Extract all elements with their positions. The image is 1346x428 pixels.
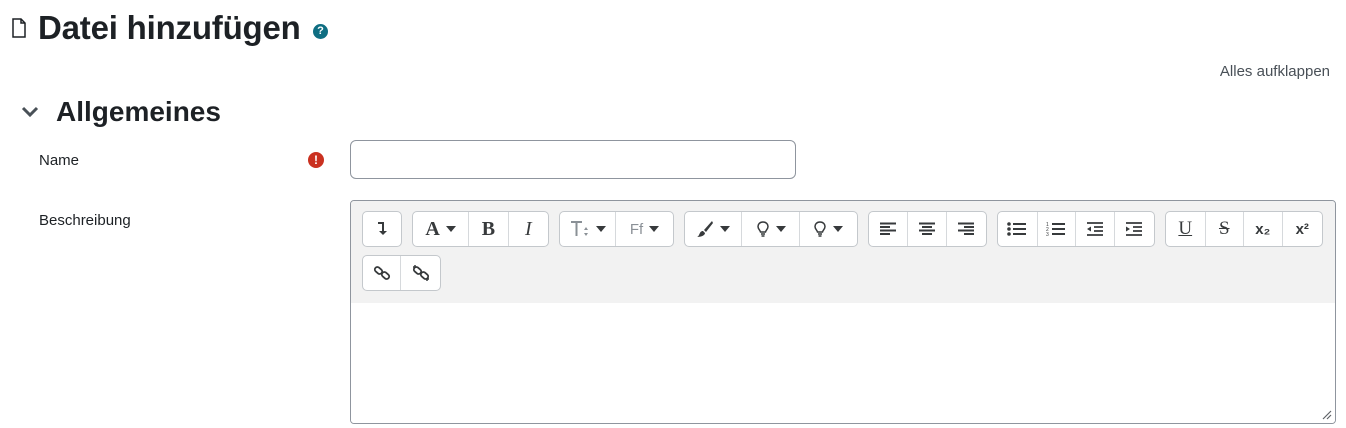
toolbar-group-color [684,211,858,247]
unlink-button[interactable] [401,256,440,290]
align-left-button[interactable] [869,212,909,246]
superscript-icon: x² [1295,220,1309,238]
caret-down-icon [775,226,786,232]
resize-handle-icon[interactable] [1320,408,1332,420]
align-right-button[interactable] [947,212,986,246]
brush-icon [697,221,714,237]
subscript-icon: x₂ [1255,220,1271,238]
bold-icon: B [481,217,496,240]
font-family-icon: Ff [629,220,644,238]
underline-icon: U [1178,218,1193,239]
strikethrough-button[interactable]: S [1206,212,1245,246]
font-size-button[interactable] [560,212,617,246]
section-title: Allgemeines [56,96,221,127]
svg-text:3: 3 [1046,232,1049,237]
name-label: Name [39,152,80,169]
question-circle-icon[interactable]: ? [313,24,328,39]
ordered-list-icon: 1 2 3 [1046,222,1066,237]
subscript-button[interactable]: x₂ [1244,212,1283,246]
text-color-button[interactable] [742,212,800,246]
caret-down-icon [720,226,731,232]
align-right-icon [958,222,975,235]
indent-button[interactable] [1115,212,1154,246]
text-color-icon [756,221,769,237]
editor-toolbar: A B I Ff 1 2 3 U S x₂ x² [351,201,1335,304]
brush-button[interactable] [685,212,743,246]
outdent-button[interactable] [1076,212,1115,246]
indent-icon [1126,222,1143,236]
caret-down-icon [649,226,660,232]
outdent-icon [1086,222,1103,236]
description-editor: A B I Ff 1 2 3 U S x₂ x² [350,200,1336,424]
align-left-icon [880,222,897,235]
background-color-button[interactable] [800,212,857,246]
align-center-icon [919,222,935,235]
strikethrough-icon: S [1218,218,1230,239]
link-icon [373,266,390,280]
description-textarea[interactable] [351,303,1335,423]
unlink-icon [412,265,429,281]
link-button[interactable] [363,256,402,290]
caret-down-icon [445,226,456,232]
toolbar-group-font: Ff [559,211,674,247]
italic-icon: I [524,217,532,240]
name-input[interactable] [350,140,796,179]
background-color-icon [814,221,827,237]
caret-down-icon [833,226,844,232]
file-icon [12,18,26,38]
toolbar-group-list: 1 2 3 [997,211,1155,247]
font-family-button[interactable]: Ff [616,212,673,246]
toolbar-group-link [362,255,441,291]
collapse-toolbar-button[interactable] [363,212,401,246]
align-center-button[interactable] [908,212,947,246]
font-style-button[interactable]: A [413,212,470,246]
underline-button[interactable]: U [1166,212,1206,246]
unordered-list-icon [1007,222,1027,236]
superscript-button[interactable]: x² [1283,212,1322,246]
font-style-icon: A [425,217,440,240]
toolbar-group-collapse [362,211,402,247]
italic-button[interactable]: I [509,212,548,246]
ordered-list-button[interactable]: 1 2 3 [1038,212,1077,246]
chevron-down-icon[interactable] [19,103,41,121]
unordered-list-button[interactable] [998,212,1038,246]
toolbar-group-style: A B I [412,211,549,247]
collapse-toolbar-icon [378,222,387,235]
caret-down-icon [595,226,606,232]
toolbar-group-align [868,211,987,247]
description-label: Beschreibung [39,212,131,229]
font-size-icon [570,221,588,236]
page-title: Datei hinzufügen [38,9,301,46]
toolbar-group-format: U S x₂ x² [1165,211,1323,247]
bold-button[interactable]: B [469,212,509,246]
expand-all-link[interactable]: Alles aufklappen [1220,63,1330,80]
exclamation-circle-icon: ! [308,152,324,168]
